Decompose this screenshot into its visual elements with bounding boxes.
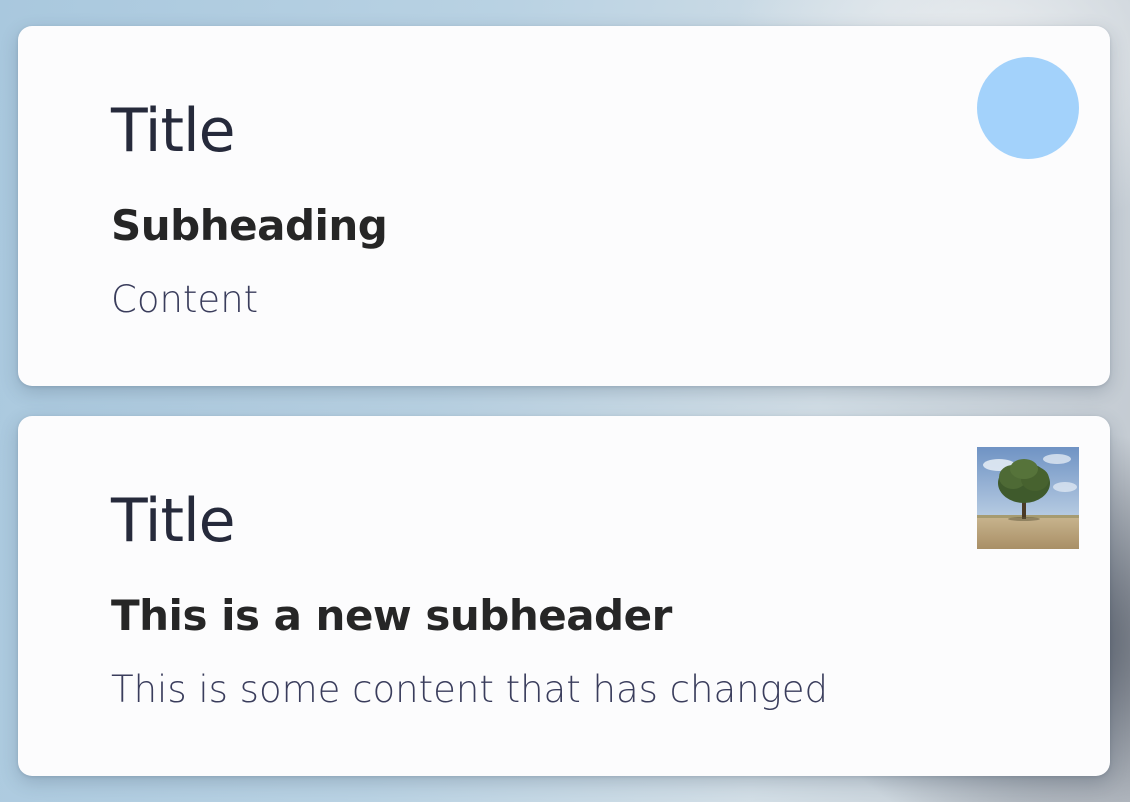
card-content: This is some content that has changed [111, 668, 829, 711]
card-subheading: This is a new subheader [111, 591, 672, 640]
card-title: Title [111, 486, 236, 556]
card-title: Title [111, 96, 236, 166]
card-1: Title Subheading Content [18, 26, 1110, 386]
card-content: Content [111, 278, 259, 321]
avatar [977, 57, 1079, 159]
tree-photo-thumbnail [977, 447, 1079, 549]
card-2: Title This is a new subheader This is so… [18, 416, 1110, 776]
card-subheading: Subheading [111, 201, 388, 250]
